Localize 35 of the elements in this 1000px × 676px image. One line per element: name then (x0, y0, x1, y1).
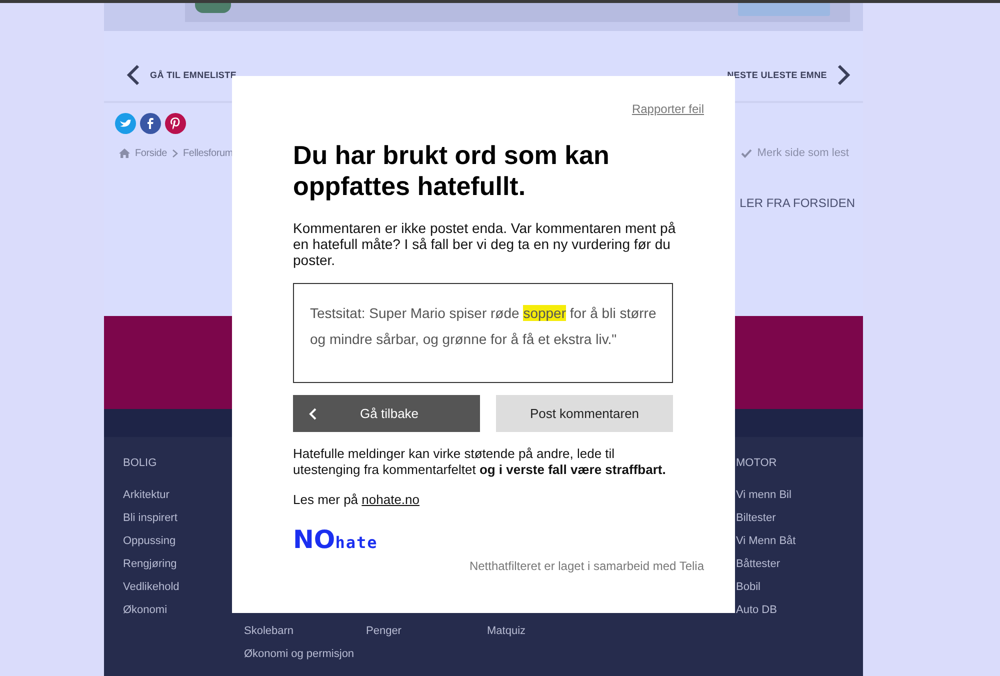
comment-text: Testsitat: Super Mario spiser røde sopper for å bli større og mindre sårbar, og grønne for å få et ekstra liv." (310, 304, 658, 349)
dialog-title: Du har brukt ord som kan oppfattes hatefullt. (293, 140, 610, 202)
chevron-left-icon (126, 64, 140, 86)
facebook-share-icon[interactable] (140, 113, 161, 134)
nohate-link[interactable]: nohate.no (362, 492, 420, 507)
footer-link[interactable]: Vi menn Bil (736, 484, 850, 507)
pinterest-share-icon[interactable] (165, 113, 186, 134)
check-icon (741, 148, 752, 158)
section-heading: LER FRA FORSIDEN (740, 196, 855, 210)
warning-text: Hatefulle meldinger kan virke støtende på andre, lede til utestenging fra kommentarfeltet og i verste fall være straffbart. (293, 446, 667, 478)
read-more-text: Les mer på (293, 492, 358, 507)
previous-link[interactable]: GÅ TIL EMNELISTE (126, 64, 237, 86)
footer-link[interactable]: Auto DB (736, 599, 850, 622)
home-icon (119, 148, 130, 158)
footer-link[interactable]: Bobil (736, 576, 850, 599)
credit-text: Netthatfilteret er laget i samarbeid med Telia (469, 559, 704, 573)
chevron-right-icon (837, 64, 851, 86)
chevron-right-icon (172, 148, 178, 158)
intro-text: Kommentaren er ikke postet enda. Var kommentaren ment på en hatefull måte? I så fall ber vi deg ta en ny vurdering før du poster. (293, 220, 677, 268)
twitter-share-icon[interactable] (115, 113, 136, 134)
toggle-switch[interactable] (195, 3, 231, 13)
post-comment-button[interactable]: Post kommentaren (496, 395, 673, 432)
chevron-left-icon (309, 408, 317, 420)
footer-link[interactable]: Biltester (736, 507, 850, 530)
footer-heading: MOTOR (736, 456, 778, 471)
footer-link[interactable]: Vi Menn Båt (736, 530, 850, 553)
footer-link[interactable]: Båttester (736, 553, 850, 576)
footer-heading: BOLIG (123, 456, 158, 471)
footer-link[interactable]: Matquiz (487, 620, 730, 643)
footer-link[interactable]: Skolebarn (244, 620, 366, 643)
footer-link[interactable]: Penger (366, 620, 487, 643)
footer-link[interactable]: Økonomi og permisjon (244, 643, 366, 666)
back-button[interactable]: Gå tilbake (293, 395, 480, 432)
report-link[interactable]: Rapporter feil (632, 102, 704, 116)
nohate-logo: NOhate (293, 525, 378, 554)
